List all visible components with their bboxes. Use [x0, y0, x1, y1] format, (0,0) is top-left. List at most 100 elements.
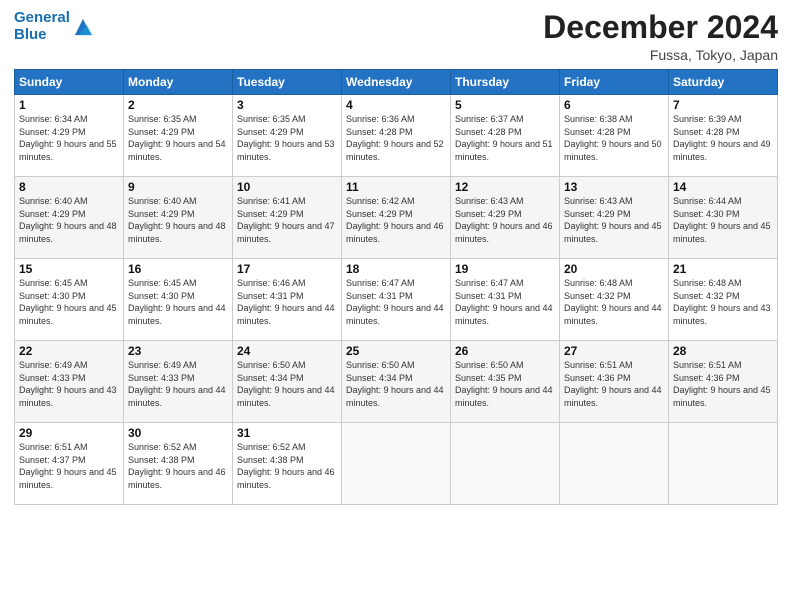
logo-icon: [72, 16, 94, 38]
day-info: Sunrise: 6:51 AMSunset: 4:36 PMDaylight:…: [673, 360, 771, 408]
day-number: 30: [128, 426, 228, 440]
table-row: 25 Sunrise: 6:50 AMSunset: 4:34 PMDaylig…: [342, 341, 451, 423]
day-info: Sunrise: 6:49 AMSunset: 4:33 PMDaylight:…: [19, 360, 117, 408]
title-block: December 2024 Fussa, Tokyo, Japan: [543, 10, 778, 63]
day-info: Sunrise: 6:34 AMSunset: 4:29 PMDaylight:…: [19, 114, 117, 162]
table-row: 4 Sunrise: 6:36 AMSunset: 4:28 PMDayligh…: [342, 95, 451, 177]
calendar-table: Sunday Monday Tuesday Wednesday Thursday…: [14, 69, 778, 505]
day-number: 23: [128, 344, 228, 358]
table-row: 11 Sunrise: 6:42 AMSunset: 4:29 PMDaylig…: [342, 177, 451, 259]
table-row: 27 Sunrise: 6:51 AMSunset: 4:36 PMDaylig…: [560, 341, 669, 423]
logo-general: General: [14, 9, 70, 26]
day-info: Sunrise: 6:43 AMSunset: 4:29 PMDaylight:…: [564, 196, 662, 244]
calendar-week-row: 8 Sunrise: 6:40 AMSunset: 4:29 PMDayligh…: [15, 177, 778, 259]
day-number: 26: [455, 344, 555, 358]
day-number: 11: [346, 180, 446, 194]
day-number: 12: [455, 180, 555, 194]
table-row: 6 Sunrise: 6:38 AMSunset: 4:28 PMDayligh…: [560, 95, 669, 177]
day-info: Sunrise: 6:49 AMSunset: 4:33 PMDaylight:…: [128, 360, 226, 408]
day-info: Sunrise: 6:46 AMSunset: 4:31 PMDaylight:…: [237, 278, 335, 326]
table-row: 20 Sunrise: 6:48 AMSunset: 4:32 PMDaylig…: [560, 259, 669, 341]
day-info: Sunrise: 6:45 AMSunset: 4:30 PMDaylight:…: [19, 278, 117, 326]
table-row: 30 Sunrise: 6:52 AMSunset: 4:38 PMDaylig…: [124, 423, 233, 505]
day-info: Sunrise: 6:35 AMSunset: 4:29 PMDaylight:…: [128, 114, 226, 162]
day-number: 21: [673, 262, 773, 276]
day-info: Sunrise: 6:41 AMSunset: 4:29 PMDaylight:…: [237, 196, 335, 244]
table-row: 26 Sunrise: 6:50 AMSunset: 4:35 PMDaylig…: [451, 341, 560, 423]
day-number: 9: [128, 180, 228, 194]
day-number: 31: [237, 426, 337, 440]
table-row: 31 Sunrise: 6:52 AMSunset: 4:38 PMDaylig…: [233, 423, 342, 505]
table-row: 16 Sunrise: 6:45 AMSunset: 4:30 PMDaylig…: [124, 259, 233, 341]
day-info: Sunrise: 6:45 AMSunset: 4:30 PMDaylight:…: [128, 278, 226, 326]
table-row: 19 Sunrise: 6:47 AMSunset: 4:31 PMDaylig…: [451, 259, 560, 341]
day-number: 24: [237, 344, 337, 358]
day-number: 27: [564, 344, 664, 358]
day-info: Sunrise: 6:43 AMSunset: 4:29 PMDaylight:…: [455, 196, 553, 244]
day-info: Sunrise: 6:48 AMSunset: 4:32 PMDaylight:…: [564, 278, 662, 326]
day-number: 15: [19, 262, 119, 276]
col-friday: Friday: [560, 70, 669, 95]
day-info: Sunrise: 6:38 AMSunset: 4:28 PMDaylight:…: [564, 114, 662, 162]
logo-blue: Blue: [14, 26, 47, 43]
day-number: 18: [346, 262, 446, 276]
day-number: 29: [19, 426, 119, 440]
col-wednesday: Wednesday: [342, 70, 451, 95]
table-row: 23 Sunrise: 6:49 AMSunset: 4:33 PMDaylig…: [124, 341, 233, 423]
table-row: 8 Sunrise: 6:40 AMSunset: 4:29 PMDayligh…: [15, 177, 124, 259]
day-info: Sunrise: 6:52 AMSunset: 4:38 PMDaylight:…: [237, 442, 335, 490]
day-number: 5: [455, 98, 555, 112]
day-info: Sunrise: 6:40 AMSunset: 4:29 PMDaylight:…: [19, 196, 117, 244]
calendar-week-row: 22 Sunrise: 6:49 AMSunset: 4:33 PMDaylig…: [15, 341, 778, 423]
calendar-week-row: 15 Sunrise: 6:45 AMSunset: 4:30 PMDaylig…: [15, 259, 778, 341]
day-number: 22: [19, 344, 119, 358]
table-row: [669, 423, 778, 505]
col-tuesday: Tuesday: [233, 70, 342, 95]
col-saturday: Saturday: [669, 70, 778, 95]
col-thursday: Thursday: [451, 70, 560, 95]
table-row: [342, 423, 451, 505]
table-row: 17 Sunrise: 6:46 AMSunset: 4:31 PMDaylig…: [233, 259, 342, 341]
day-number: 7: [673, 98, 773, 112]
day-info: Sunrise: 6:51 AMSunset: 4:36 PMDaylight:…: [564, 360, 662, 408]
day-info: Sunrise: 6:47 AMSunset: 4:31 PMDaylight:…: [346, 278, 444, 326]
day-number: 4: [346, 98, 446, 112]
day-info: Sunrise: 6:39 AMSunset: 4:28 PMDaylight:…: [673, 114, 771, 162]
day-info: Sunrise: 6:44 AMSunset: 4:30 PMDaylight:…: [673, 196, 771, 244]
day-info: Sunrise: 6:42 AMSunset: 4:29 PMDaylight:…: [346, 196, 444, 244]
table-row: 1 Sunrise: 6:34 AMSunset: 4:29 PMDayligh…: [15, 95, 124, 177]
col-monday: Monday: [124, 70, 233, 95]
day-info: Sunrise: 6:50 AMSunset: 4:35 PMDaylight:…: [455, 360, 553, 408]
table-row: 29 Sunrise: 6:51 AMSunset: 4:37 PMDaylig…: [15, 423, 124, 505]
table-row: 3 Sunrise: 6:35 AMSunset: 4:29 PMDayligh…: [233, 95, 342, 177]
table-row: 24 Sunrise: 6:50 AMSunset: 4:34 PMDaylig…: [233, 341, 342, 423]
day-info: Sunrise: 6:50 AMSunset: 4:34 PMDaylight:…: [346, 360, 444, 408]
table-row: 13 Sunrise: 6:43 AMSunset: 4:29 PMDaylig…: [560, 177, 669, 259]
day-info: Sunrise: 6:51 AMSunset: 4:37 PMDaylight:…: [19, 442, 117, 490]
logo: General Blue: [14, 10, 94, 43]
table-row: 9 Sunrise: 6:40 AMSunset: 4:29 PMDayligh…: [124, 177, 233, 259]
table-row: 22 Sunrise: 6:49 AMSunset: 4:33 PMDaylig…: [15, 341, 124, 423]
logo-text: General Blue: [14, 10, 70, 43]
calendar-header-row: Sunday Monday Tuesday Wednesday Thursday…: [15, 70, 778, 95]
table-row: 5 Sunrise: 6:37 AMSunset: 4:28 PMDayligh…: [451, 95, 560, 177]
table-row: 10 Sunrise: 6:41 AMSunset: 4:29 PMDaylig…: [233, 177, 342, 259]
table-row: [451, 423, 560, 505]
table-row: 2 Sunrise: 6:35 AMSunset: 4:29 PMDayligh…: [124, 95, 233, 177]
day-info: Sunrise: 6:37 AMSunset: 4:28 PMDaylight:…: [455, 114, 553, 162]
day-number: 1: [19, 98, 119, 112]
calendar-week-row: 1 Sunrise: 6:34 AMSunset: 4:29 PMDayligh…: [15, 95, 778, 177]
day-number: 10: [237, 180, 337, 194]
day-number: 19: [455, 262, 555, 276]
day-info: Sunrise: 6:50 AMSunset: 4:34 PMDaylight:…: [237, 360, 335, 408]
day-number: 8: [19, 180, 119, 194]
day-number: 28: [673, 344, 773, 358]
day-info: Sunrise: 6:40 AMSunset: 4:29 PMDaylight:…: [128, 196, 226, 244]
day-number: 2: [128, 98, 228, 112]
day-number: 14: [673, 180, 773, 194]
day-number: 20: [564, 262, 664, 276]
table-row: 21 Sunrise: 6:48 AMSunset: 4:32 PMDaylig…: [669, 259, 778, 341]
day-info: Sunrise: 6:48 AMSunset: 4:32 PMDaylight:…: [673, 278, 771, 326]
day-number: 16: [128, 262, 228, 276]
table-row: [560, 423, 669, 505]
